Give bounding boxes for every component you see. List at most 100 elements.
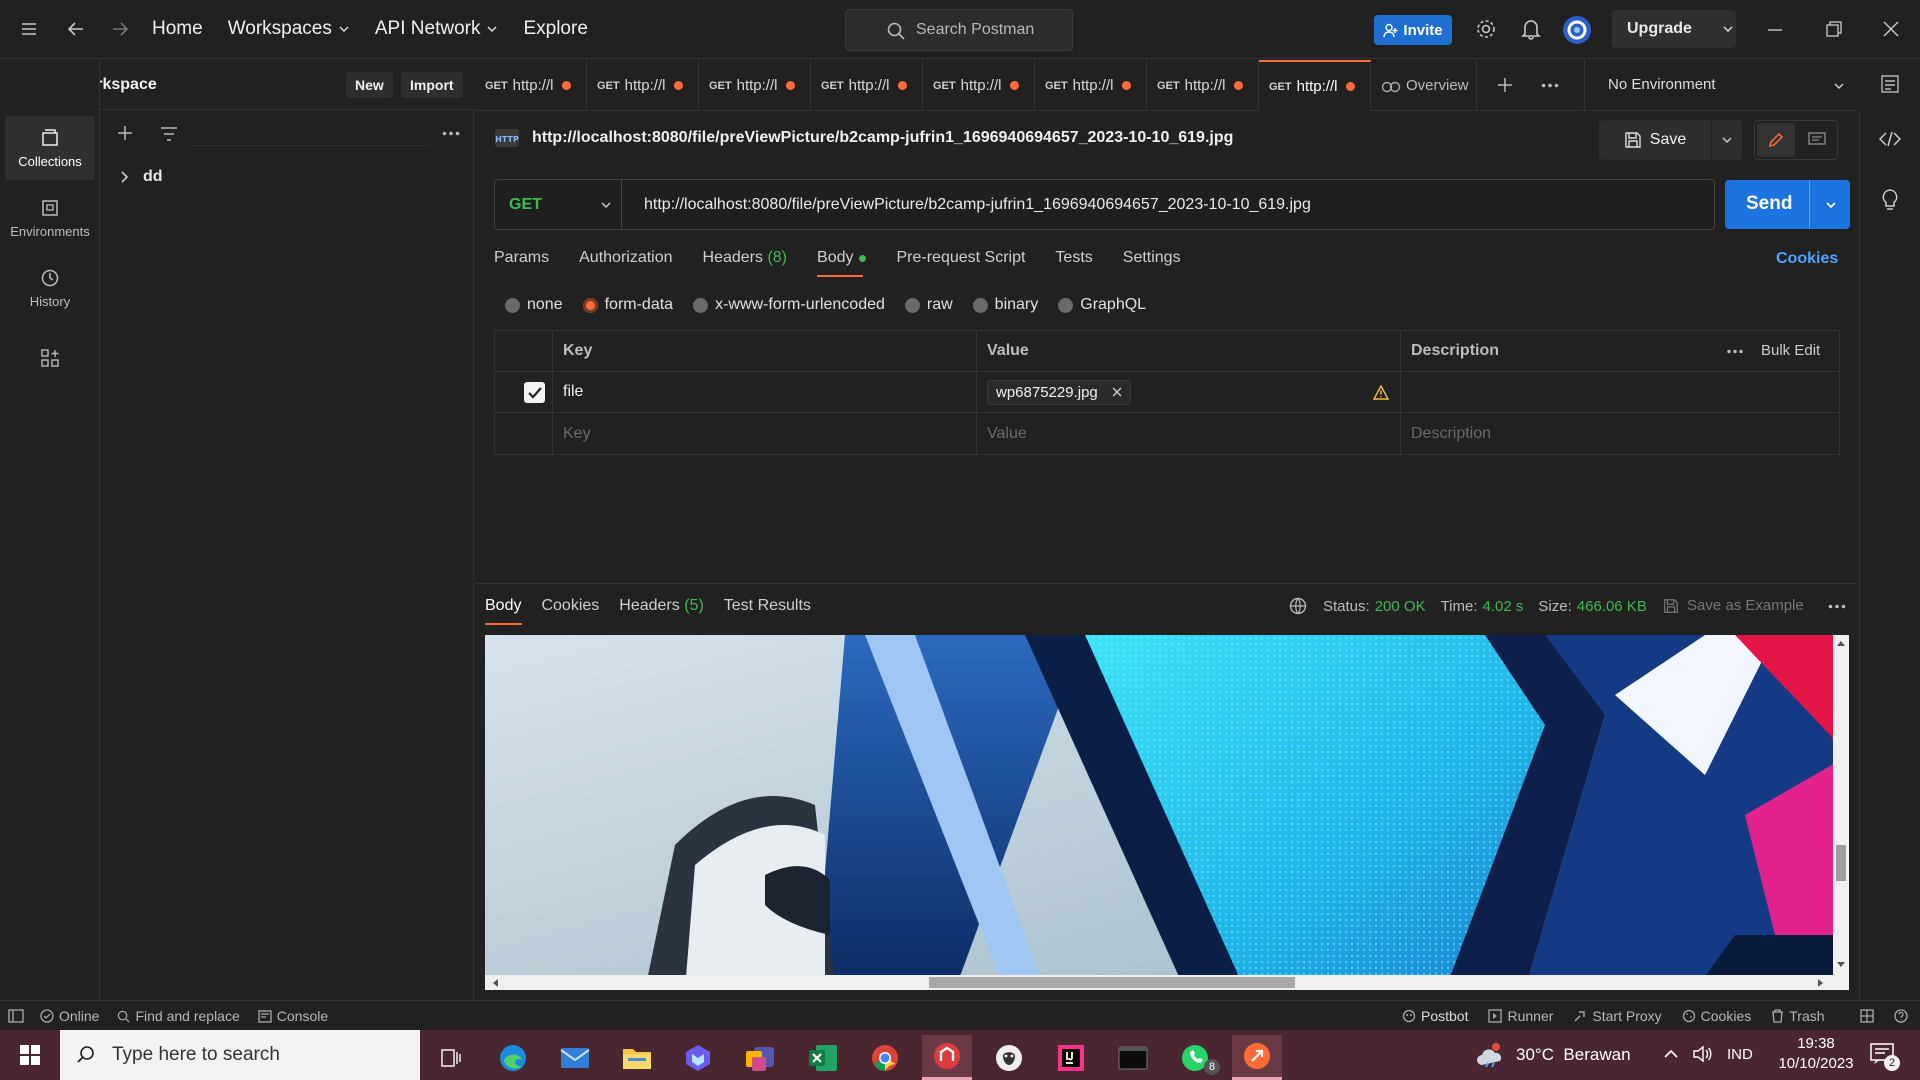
clock[interactable]: 19:38 10/10/2023 <box>1772 1034 1860 1074</box>
status-value[interactable]: 200 OK <box>1375 598 1426 615</box>
teams-icon[interactable] <box>735 1035 785 1080</box>
tab-authorization[interactable]: Authorization <box>579 249 672 267</box>
windows-start-icon[interactable] <box>5 1030 55 1080</box>
photos-app-icon[interactable] <box>673 1035 723 1080</box>
rail-item-history[interactable]: History <box>5 256 95 320</box>
new-tab-plus-icon[interactable] <box>1497 77 1513 93</box>
response-tab-cookies[interactable]: Cookies <box>541 597 599 615</box>
excel-icon[interactable] <box>798 1035 848 1080</box>
new-button[interactable]: New <box>346 72 393 98</box>
mail-icon[interactable] <box>550 1035 600 1080</box>
size-value[interactable]: 466.06 KB <box>1577 598 1647 615</box>
weather-widget[interactable]: 30°C Berawan <box>1476 1030 1631 1080</box>
layout-icon[interactable] <box>1860 1009 1874 1023</box>
add-collection-icon[interactable] <box>117 125 133 141</box>
whatsapp-icon[interactable]: 8 <box>1170 1035 1220 1080</box>
nav-explore[interactable]: Explore <box>523 18 587 40</box>
menu-icon[interactable] <box>20 20 38 38</box>
request-name[interactable]: http://localhost:8080/file/preViewPictur… <box>532 129 1233 147</box>
volume-icon[interactable] <box>1692 1045 1712 1063</box>
request-tab[interactable]: GET http://l <box>699 60 811 111</box>
collection-search-input[interactable] <box>189 121 429 146</box>
postbot-button[interactable]: Postbot <box>1402 1008 1468 1024</box>
request-tab[interactable]: GET http://l <box>1035 60 1147 111</box>
radio-binary[interactable]: binary <box>972 296 1038 314</box>
vpn-app-icon[interactable] <box>984 1035 1034 1080</box>
invite-button[interactable]: Invite <box>1374 15 1452 45</box>
restore-window-icon[interactable] <box>1826 21 1842 37</box>
filter-icon[interactable] <box>160 126 178 142</box>
close-window-icon[interactable] <box>1883 21 1899 37</box>
response-tab-body[interactable]: Body <box>485 597 522 625</box>
file-explorer-icon[interactable] <box>612 1035 662 1080</box>
online-status[interactable]: Online <box>40 1008 99 1024</box>
remove-file-icon[interactable] <box>1112 387 1122 397</box>
request-tab[interactable]: GET http://l <box>475 60 587 111</box>
tab-prerequest-script[interactable]: Pre-request Script <box>896 249 1025 267</box>
collection-item[interactable]: dd <box>119 168 163 186</box>
warning-icon[interactable] <box>1373 385 1389 400</box>
value-cell[interactable]: wp6875229.jpg <box>976 372 1400 412</box>
scroll-left-arrow-icon[interactable] <box>491 978 499 988</box>
cookies-link[interactable]: Cookies <box>1776 250 1838 268</box>
start-proxy-button[interactable]: Start Proxy <box>1573 1008 1662 1024</box>
method-select[interactable]: GET <box>495 180 622 229</box>
lightbulb-icon[interactable] <box>1881 189 1899 211</box>
vertical-scrollbar[interactable] <box>1833 635 1849 975</box>
radio-raw[interactable]: raw <box>904 296 953 314</box>
radio-graphql[interactable]: GraphQL <box>1058 296 1146 314</box>
nav-workspaces[interactable]: Workspaces <box>228 18 350 40</box>
upgrade-button[interactable]: Upgrade <box>1612 10 1736 48</box>
table-more-icon[interactable] <box>1727 349 1743 354</box>
nav-api-network[interactable]: API Network <box>375 18 499 40</box>
more-options-icon[interactable] <box>442 131 460 136</box>
bell-icon[interactable] <box>1521 18 1541 40</box>
key-input[interactable]: Key <box>552 413 976 454</box>
rail-item-collections[interactable]: Collections <box>5 116 95 180</box>
notification-center-icon[interactable]: 2 <box>1870 1043 1900 1071</box>
response-more-icon[interactable] <box>1828 604 1846 609</box>
tab-settings[interactable]: Settings <box>1123 249 1181 267</box>
scroll-right-arrow-icon[interactable] <box>1817 978 1825 988</box>
request-tab[interactable]: GET http://l <box>587 60 699 111</box>
settings-gear-icon[interactable] <box>1475 18 1497 40</box>
value-input[interactable]: Value <box>976 413 1400 454</box>
tabs-more-icon[interactable] <box>1541 83 1559 88</box>
tab-headers[interactable]: Headers (8) <box>703 249 788 267</box>
postman-pink-app-icon[interactable] <box>922 1035 972 1080</box>
overview-tab[interactable]: Overview <box>1371 60 1477 111</box>
key-cell[interactable]: file <box>552 372 976 412</box>
console-button[interactable]: Console <box>258 1008 328 1024</box>
tab-params[interactable]: Params <box>494 249 549 267</box>
horizontal-scrollbar-thumb[interactable] <box>929 977 1295 988</box>
bulk-edit-link[interactable]: Bulk Edit <box>1761 342 1820 359</box>
description-input[interactable]: Description <box>1400 413 1839 454</box>
postman-app-icon[interactable] <box>1232 1035 1282 1080</box>
intellij-icon[interactable] <box>1046 1035 1096 1080</box>
chevron-down-icon[interactable] <box>1825 199 1837 211</box>
save-as-example-button[interactable]: Save as Example <box>1663 597 1804 614</box>
edit-mode-button[interactable] <box>1757 123 1795 157</box>
toggle-sidebar-icon[interactable] <box>8 1009 24 1023</box>
rail-item-environments[interactable]: Environments <box>5 186 95 250</box>
scroll-down-arrow-icon[interactable] <box>1836 961 1846 969</box>
show-hidden-icons-chevron-up-icon[interactable] <box>1664 1049 1678 1059</box>
globe-icon[interactable] <box>1289 597 1307 615</box>
back-arrow-icon[interactable] <box>66 19 86 39</box>
request-tab[interactable]: GET http://l <box>811 60 923 111</box>
search-input[interactable]: Search Postman <box>845 9 1073 51</box>
cookies-button[interactable]: Cookies <box>1682 1008 1751 1024</box>
import-button[interactable]: Import <box>401 72 463 98</box>
task-view-icon[interactable] <box>425 1035 475 1080</box>
request-tab[interactable]: GET http://l <box>923 60 1035 111</box>
nav-home[interactable]: Home <box>152 18 203 40</box>
rail-item-apps[interactable] <box>5 326 95 390</box>
save-options-dropdown[interactable] <box>1712 120 1742 160</box>
send-button[interactable]: Send <box>1725 180 1850 229</box>
forward-arrow-icon[interactable] <box>110 19 130 39</box>
minimize-window-icon[interactable] <box>1767 22 1783 38</box>
terminal-icon[interactable] <box>1108 1035 1158 1080</box>
edge-browser-icon[interactable] <box>488 1035 538 1080</box>
request-tab-active[interactable]: GET http://l <box>1259 60 1371 111</box>
code-icon[interactable] <box>1879 131 1901 147</box>
